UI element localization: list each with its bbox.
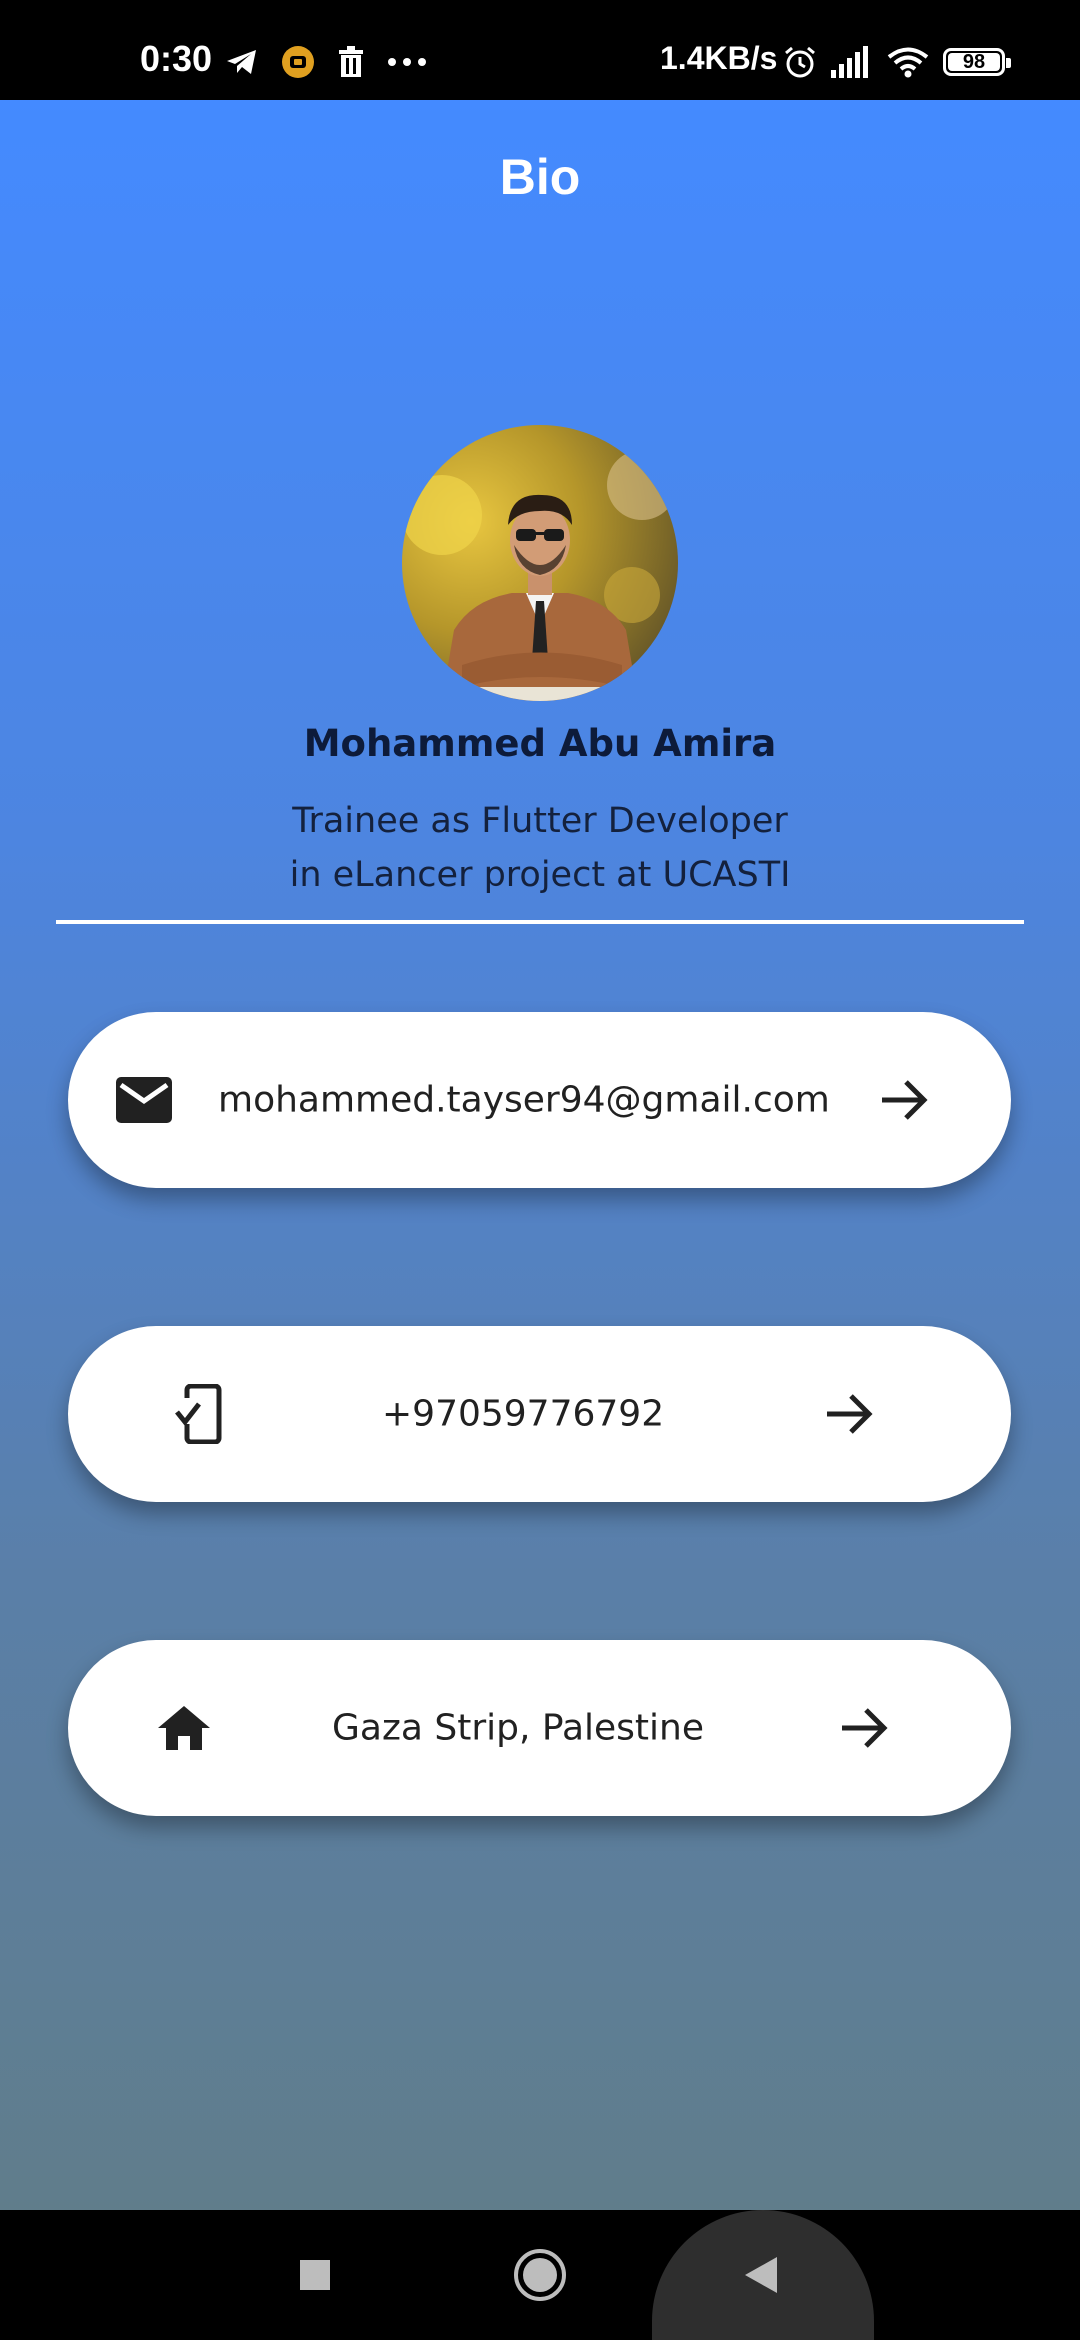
page-title: Bio: [499, 149, 581, 205]
arrow-forward-icon[interactable]: [880, 1078, 930, 1122]
arrow-forward-icon[interactable]: [840, 1706, 890, 1750]
arrow-forward-icon[interactable]: [825, 1392, 875, 1436]
avatar: [402, 425, 678, 701]
email-icon: [116, 1077, 172, 1123]
status-time: 0:30: [140, 38, 213, 79]
recent-apps-icon[interactable]: [298, 2258, 332, 2292]
email-text: mohammed.tayser94@gmail.com: [218, 1079, 830, 1121]
profile-title: Trainee as Flutter Developer in eLancer …: [0, 794, 1080, 902]
battery-level: 98: [962, 50, 986, 73]
more-dots-icon: [388, 58, 426, 66]
email-card[interactable]: mohammed.tayser94@gmail.com: [68, 1012, 1011, 1188]
wifi-icon: [887, 47, 929, 78]
navigation-bar: [0, 2210, 1080, 2340]
status-bar: 0:30 1.4KB/s 98: [0, 0, 1080, 100]
address-card[interactable]: Gaza Strip, Palestine: [68, 1640, 1011, 1816]
telegram-icon: [227, 50, 256, 74]
profile-photo: [402, 425, 678, 701]
profile-name: Mohammed Abu Amira: [303, 722, 777, 765]
home-circle-icon[interactable]: [513, 2248, 567, 2302]
phone-check-icon: [173, 1384, 222, 1444]
bio-screen: Bio Mohammed Abu Amira Trainee as Flutte…: [0, 100, 1080, 2210]
profile-title-line-2: in eLancer project at UCASTI: [289, 855, 791, 895]
battery-icon: 98: [943, 48, 1011, 76]
network-speed: 1.4KB/s: [660, 40, 778, 76]
phone-card[interactable]: +97059776792: [68, 1326, 1011, 1502]
alarm-icon: [785, 46, 815, 78]
phone-text: +97059776792: [382, 1393, 665, 1435]
notification-icon: [282, 46, 314, 78]
profile-title-line-1: Trainee as Flutter Developer: [292, 801, 788, 841]
signal-icon: [831, 46, 868, 78]
trash-icon: [339, 46, 363, 77]
back-icon[interactable]: [743, 2255, 779, 2295]
address-text: Gaza Strip, Palestine: [332, 1707, 705, 1749]
home-icon: [158, 1706, 210, 1750]
divider: [56, 920, 1024, 924]
